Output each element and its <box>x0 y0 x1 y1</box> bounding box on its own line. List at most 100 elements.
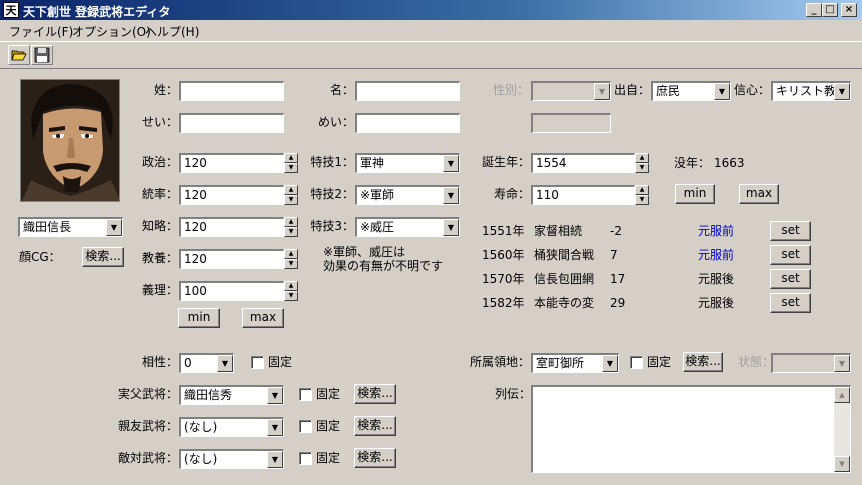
stat-intellect-input[interactable]: 120 <box>179 217 284 237</box>
biography-scrollbar[interactable]: ▲ ▼ <box>834 387 850 472</box>
event-2-year: 1560年 <box>482 248 525 262</box>
chevron-down-icon: ▼ <box>594 83 610 100</box>
stat-loyalty-spinner[interactable]: ▲ ▼ <box>284 281 298 301</box>
save-button[interactable] <box>31 45 53 65</box>
origin-label: 出自： <box>614 83 651 97</box>
scroll-down-icon[interactable]: ▼ <box>834 456 850 472</box>
birth-year-input[interactable]: 1554 <box>531 153 635 173</box>
rival-fixed-label: 固定 <box>316 451 341 465</box>
open-button[interactable] <box>8 45 30 65</box>
friend-value: (なし) <box>184 420 218 434</box>
stat-loyalty-input[interactable]: 100 <box>179 281 284 301</box>
faith-select[interactable]: キリスト教 ▼ <box>771 81 851 101</box>
biography-textarea[interactable]: ▲ ▼ <box>531 385 851 473</box>
mei-label: 名： <box>329 83 354 97</box>
spin-down-icon[interactable]: ▼ <box>284 195 298 205</box>
event-1-set-button[interactable]: set <box>770 221 811 241</box>
event-2-set-button[interactable]: set <box>770 245 811 265</box>
stat-leadership-label: 統率： <box>141 187 178 201</box>
face-cg-label: 顔CG： <box>19 250 61 264</box>
menu-options[interactable]: オプション(O) <box>72 23 151 40</box>
friend-select[interactable]: (なし) ▼ <box>179 417 284 437</box>
chevron-down-icon: ▼ <box>267 387 283 404</box>
friend-search-button[interactable]: 検索... <box>354 416 396 436</box>
stats-max-button[interactable]: max <box>242 308 284 328</box>
friend-fixed-checkbox[interactable] <box>299 420 312 433</box>
domain-select[interactable]: 室町御所 ▼ <box>531 353 619 373</box>
father-value: 織田信秀 <box>184 388 233 402</box>
spin-down-icon[interactable]: ▼ <box>284 163 298 173</box>
spin-down-icon[interactable]: ▼ <box>635 163 649 173</box>
spin-up-icon[interactable]: ▲ <box>284 217 298 227</box>
biography-label: 列伝： <box>495 387 532 401</box>
lifespan-max-button[interactable]: max <box>739 184 779 204</box>
skill-2-value: ※軍師 <box>360 188 395 202</box>
affinity-select[interactable]: 0 ▼ <box>179 353 234 373</box>
event-4-set-button[interactable]: set <box>770 293 811 313</box>
lifespan-input[interactable]: 110 <box>531 185 635 205</box>
skill-1-label: 特技1： <box>310 155 354 169</box>
domain-search-button[interactable]: 検索... <box>683 352 723 372</box>
face-cg-search-button[interactable]: 検索... <box>82 247 124 267</box>
skill-3-select[interactable]: ※威圧 ▼ <box>355 217 460 237</box>
sei-kana-input[interactable] <box>179 113 284 133</box>
event-2-value: 7 <box>610 248 618 262</box>
minimize-button[interactable]: _ <box>806 3 822 17</box>
rival-label: 敵対武将： <box>117 451 178 465</box>
father-select[interactable]: 織田信秀 ▼ <box>179 385 284 405</box>
stat-leadership-spinner[interactable]: ▲ ▼ <box>284 185 298 205</box>
stat-culture-input[interactable]: 120 <box>179 249 284 269</box>
rival-search-button[interactable]: 検索... <box>354 448 396 468</box>
stat-politics-input[interactable]: 120 <box>179 153 284 173</box>
father-search-button[interactable]: 検索... <box>354 384 396 404</box>
spin-up-icon[interactable]: ▲ <box>284 249 298 259</box>
affinity-value: 0 <box>184 356 192 370</box>
skill-1-select[interactable]: 軍神 ▼ <box>355 153 460 173</box>
domain-fixed-checkbox[interactable] <box>630 356 643 369</box>
skill-3-value: ※威圧 <box>360 220 395 234</box>
app-icon: 天 <box>3 2 19 18</box>
stat-intellect-label: 知略： <box>141 219 178 233</box>
stat-culture-spinner[interactable]: ▲ ▼ <box>284 249 298 269</box>
origin-select[interactable]: 庶民 ▼ <box>651 81 731 101</box>
event-1-name: 家督相続 <box>534 224 583 238</box>
chevron-down-icon: ▼ <box>443 187 459 204</box>
father-fixed-checkbox[interactable] <box>299 388 312 401</box>
skill-2-label: 特技2： <box>310 187 354 201</box>
officer-select[interactable]: 織田信長 ▼ <box>18 217 123 237</box>
mei-input[interactable] <box>355 81 460 101</box>
spin-up-icon[interactable]: ▲ <box>284 281 298 291</box>
friend-label: 親友武将： <box>117 419 178 433</box>
window-title: 天下創世 登録武将エディタ <box>23 5 171 19</box>
maximize-button[interactable]: □ <box>822 3 838 17</box>
state-select: ▼ <box>771 353 851 373</box>
spin-up-icon[interactable]: ▲ <box>284 153 298 163</box>
skill-2-select[interactable]: ※軍師 ▼ <box>355 185 460 205</box>
stat-intellect-spinner[interactable]: ▲ ▼ <box>284 217 298 237</box>
spin-down-icon[interactable]: ▼ <box>284 291 298 301</box>
lifespan-spinner[interactable]: ▲ ▼ <box>635 185 649 205</box>
lifespan-min-button[interactable]: min <box>675 184 715 204</box>
mei-kana-input[interactable] <box>355 113 460 133</box>
affinity-fixed-checkbox[interactable] <box>251 356 264 369</box>
close-button[interactable]: × <box>841 3 857 17</box>
event-3-set-button[interactable]: set <box>770 269 811 289</box>
spin-up-icon[interactable]: ▲ <box>635 185 649 195</box>
stats-min-button[interactable]: min <box>178 308 220 328</box>
menu-help[interactable]: ヘルプ(H) <box>145 23 199 40</box>
stat-loyalty-label: 義理： <box>141 283 178 297</box>
spin-down-icon[interactable]: ▼ <box>635 195 649 205</box>
scroll-up-icon[interactable]: ▲ <box>834 387 850 403</box>
birth-year-spinner[interactable]: ▲ ▼ <box>635 153 649 173</box>
rival-fixed-checkbox[interactable] <box>299 452 312 465</box>
stat-leadership-input[interactable]: 120 <box>179 185 284 205</box>
spin-down-icon[interactable]: ▼ <box>284 259 298 269</box>
spin-up-icon[interactable]: ▲ <box>284 185 298 195</box>
menu-file[interactable]: ファイル(F) <box>9 23 73 40</box>
father-label: 実父武将： <box>117 387 178 401</box>
sei-input[interactable] <box>179 81 284 101</box>
spin-up-icon[interactable]: ▲ <box>635 153 649 163</box>
rival-select[interactable]: (なし) ▼ <box>179 449 284 469</box>
spin-down-icon[interactable]: ▼ <box>284 227 298 237</box>
stat-politics-spinner[interactable]: ▲ ▼ <box>284 153 298 173</box>
